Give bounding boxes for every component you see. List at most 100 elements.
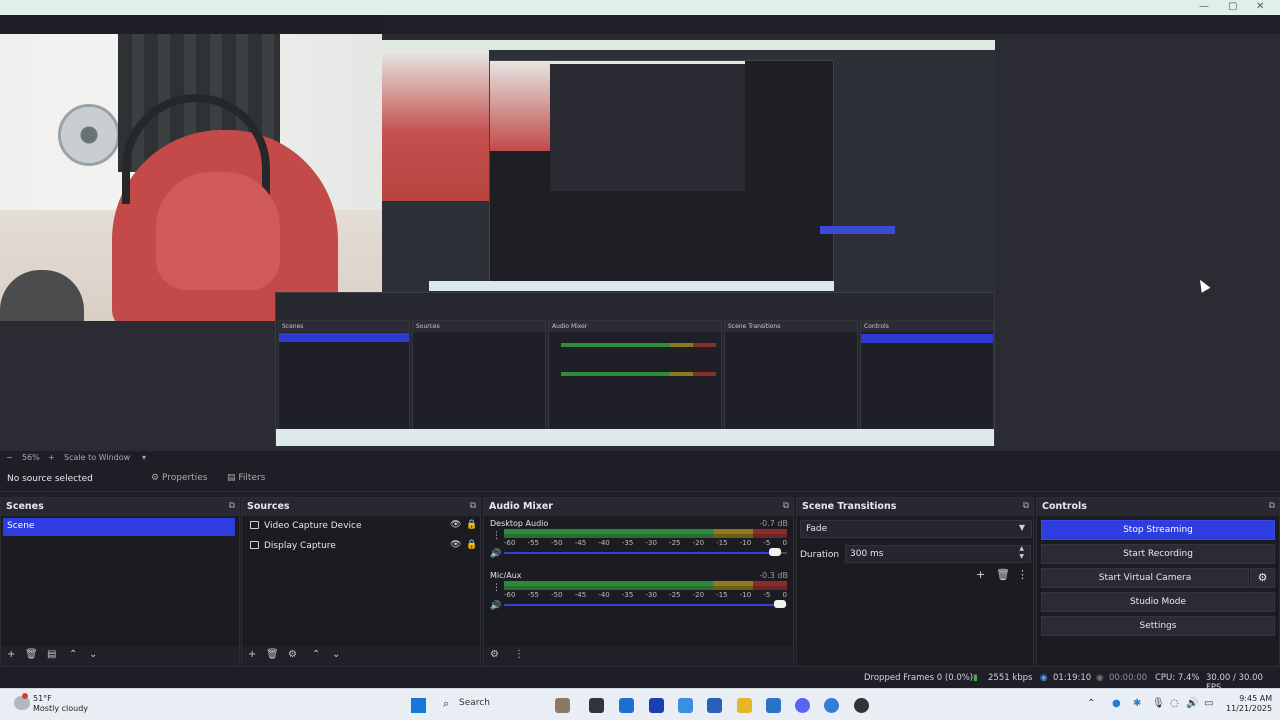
app-icon-task-view[interactable]: [589, 698, 604, 713]
volume-meter: [504, 534, 787, 538]
zoom-out-button[interactable]: −: [6, 453, 13, 462]
add-icon[interactable]: +: [248, 649, 256, 660]
status-bar: Dropped Frames 0 (0.0%) ▮ 2551 kbps ◉ 01…: [0, 669, 1280, 693]
minimize-button[interactable]: —: [1199, 1, 1209, 12]
app-icon-outlook[interactable]: [619, 698, 634, 713]
discord-icon[interactable]: [795, 698, 810, 713]
app-icon-copilot[interactable]: [678, 698, 693, 713]
meter-tick-label: -25: [669, 591, 681, 599]
preview-canvas[interactable]: Scenes Sources Audio Mixer Scene Transit…: [0, 34, 1280, 451]
scale-dropdown-icon[interactable]: ▾: [142, 453, 146, 462]
app-icon-widgets[interactable]: [555, 698, 570, 713]
battery-icon[interactable]: ▭: [1204, 698, 1213, 709]
undock-icon[interactable]: ⧉: [783, 501, 789, 511]
undock-icon[interactable]: ⧉: [1023, 501, 1029, 511]
filters-button[interactable]: ▤ Filters: [227, 473, 265, 483]
gear-icon: ⚙: [151, 473, 160, 483]
lock-icon[interactable]: 🔒: [466, 540, 477, 550]
advanced-audio-icon[interactable]: ⚙: [490, 649, 499, 660]
more-options-icon[interactable]: ⋮: [492, 583, 501, 593]
zoom-in-button[interactable]: +: [48, 453, 55, 462]
add-icon[interactable]: +: [7, 649, 15, 660]
taskbar-search[interactable]: ⌕ Search: [437, 695, 537, 715]
trash-icon[interactable]: 🗑: [266, 649, 279, 660]
filter-icon: ▤: [227, 473, 236, 483]
meter-tick-label: -55: [527, 591, 540, 599]
source-item[interactable]: Display Capture 👁 🔒: [246, 538, 478, 556]
close-button[interactable]: ✕: [1256, 1, 1264, 12]
browser-icon[interactable]: [824, 698, 839, 713]
studio-mode-button[interactable]: Studio Mode: [1041, 592, 1275, 612]
meter-tick-label: -30: [645, 539, 657, 547]
move-up-icon[interactable]: ⌃: [312, 649, 320, 660]
add-icon[interactable]: +: [976, 568, 985, 581]
app-icon-store[interactable]: [707, 698, 722, 713]
microphone-icon[interactable]: 🎙: [1152, 698, 1165, 709]
undock-icon[interactable]: ⧉: [1269, 501, 1275, 511]
weather-icon[interactable]: [14, 693, 30, 710]
move-up-icon[interactable]: ⌃: [69, 649, 77, 660]
lock-icon[interactable]: 🔒: [466, 520, 477, 530]
folder-icon[interactable]: [737, 698, 752, 713]
app-icon-remote[interactable]: [766, 698, 781, 713]
app-icon-l[interactable]: [649, 698, 664, 713]
volume-slider-handle[interactable]: [774, 600, 786, 608]
mixer-channel-desktop-audio: Desktop Audio -0.7 dB ⋮ -60 -55 -50 -45 -40-…: [490, 519, 788, 559]
volume-icon[interactable]: 🔊: [1186, 698, 1198, 709]
speaker-icon[interactable]: 🔊: [490, 601, 501, 611]
maximize-button[interactable]: ▢: [1228, 1, 1237, 12]
trash-icon[interactable]: 🗑: [996, 568, 1010, 581]
meter-tick-label: -55: [527, 539, 540, 547]
network-dot-icon[interactable]: ●: [1112, 698, 1121, 709]
meter-tick-label: -50: [551, 591, 563, 599]
meter-tick-label: -15: [716, 539, 728, 547]
meter-tick-label: -20: [692, 591, 705, 599]
move-down-icon[interactable]: ⌄: [332, 649, 340, 660]
scene-item[interactable]: Scene: [3, 518, 235, 536]
eye-icon[interactable]: 👁: [450, 540, 461, 550]
monitor-icon: [250, 541, 259, 549]
no-source-label: No source selected: [7, 474, 93, 484]
scale-mode[interactable]: Scale to Window: [64, 453, 130, 462]
speaker-icon[interactable]: 🔊: [490, 549, 501, 559]
start-recording-button[interactable]: Start Recording: [1041, 544, 1275, 564]
dropped-frames: Dropped Frames 0 (0.0%): [864, 673, 974, 683]
settings-button[interactable]: Settings: [1041, 616, 1275, 636]
filter-icon[interactable]: ▤: [47, 649, 56, 660]
audio-mixer-dock: Audio Mixer ⧉ Desktop Audio -0.7 dB ⋮ -6…: [483, 497, 794, 667]
duration-label: Duration: [800, 550, 840, 560]
audio-mixer-title: Audio Mixer: [489, 501, 553, 512]
properties-button[interactable]: ⚙ Properties: [151, 473, 207, 483]
meter-tick-label: -60: [504, 591, 516, 599]
undock-icon[interactable]: ⧉: [229, 501, 235, 511]
volume-slider-handle[interactable]: [769, 548, 781, 556]
duration-input[interactable]: 300 ms ▲ ▼: [845, 545, 1031, 563]
source-toolbar: No source selected ⚙ Properties ▤ Filter…: [0, 468, 1280, 492]
bluetooth-icon[interactable]: ✱: [1133, 698, 1141, 709]
more-options-icon[interactable]: ⋮: [492, 531, 501, 541]
obs-icon[interactable]: [854, 698, 869, 713]
source-item[interactable]: Video Capture Device 👁 🔒: [246, 518, 478, 536]
stop-streaming-button[interactable]: Stop Streaming: [1041, 520, 1275, 540]
gear-icon[interactable]: ⚙: [1250, 568, 1275, 588]
move-down-icon[interactable]: ⌄: [89, 649, 97, 660]
more-options-icon[interactable]: ⋮: [514, 649, 524, 660]
start-virtual-camera-button[interactable]: Start Virtual Camera: [1041, 568, 1249, 588]
undock-icon[interactable]: ⧉: [470, 501, 476, 511]
meter-tick-label: -50: [551, 539, 563, 547]
clock[interactable]: 9:45 AM 11/21/2025: [1226, 694, 1272, 714]
trash-icon[interactable]: 🗑: [25, 649, 38, 660]
chevron-up-icon[interactable]: ⌃: [1087, 698, 1095, 709]
meter-tick-label: -60: [504, 539, 516, 547]
more-options-icon[interactable]: ⋮: [1017, 568, 1028, 581]
scenes-dock: Scenes ⧉ Scene + 🗑 ▤ ⌃ ⌄: [0, 497, 240, 667]
transition-select[interactable]: Fade ▼: [800, 520, 1032, 538]
wifi-icon[interactable]: ◌: [1170, 698, 1179, 709]
weather-widget[interactable]: 51°F Mostly cloudy: [33, 694, 88, 714]
nested-obs-docks: Scenes Sources Audio Mixer Scene Transit…: [275, 292, 995, 446]
stepper-icon[interactable]: ▲ ▼: [1019, 545, 1024, 561]
windows-start-icon[interactable]: [411, 698, 426, 713]
meter-tick-label: -45: [574, 591, 587, 599]
eye-icon[interactable]: 👁: [450, 520, 461, 530]
gear-icon[interactable]: ⚙: [288, 649, 297, 660]
